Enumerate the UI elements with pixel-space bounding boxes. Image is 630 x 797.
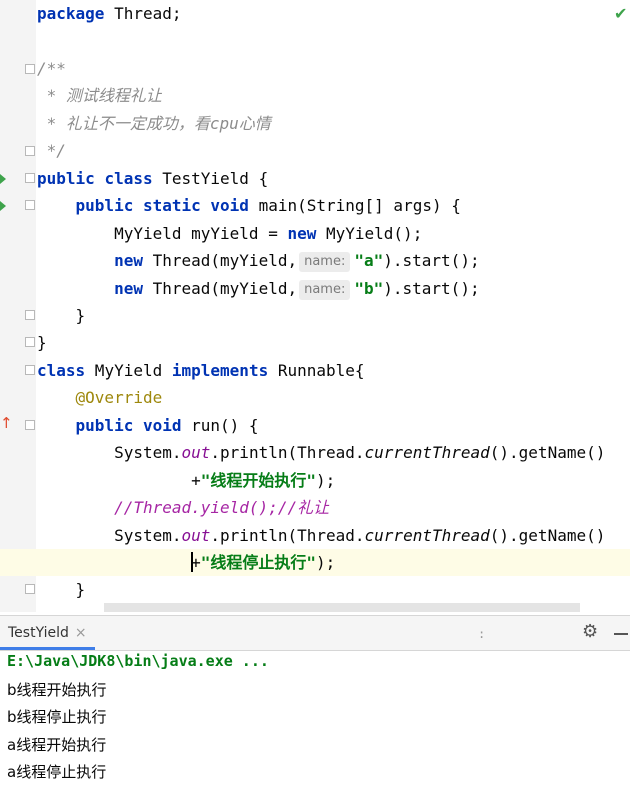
editor-gutter	[0, 0, 36, 612]
fold-marker-icon[interactable]	[25, 64, 35, 74]
code-line: */	[37, 141, 66, 160]
code-line: System.out.println(Thread.currentThread(…	[114, 526, 606, 545]
code-line: new Thread(myYield, name: "a").start();	[114, 251, 480, 272]
code-line: public static void main(String[] args) {	[75, 196, 461, 215]
code-line: }	[37, 333, 47, 352]
code-line: package Thread;	[37, 4, 182, 23]
code-line: new Thread(myYield, name: "b").start();	[114, 279, 480, 300]
console-output-line: a线程开始执行	[7, 736, 107, 754]
fold-marker-icon[interactable]	[25, 365, 35, 375]
fold-marker-icon[interactable]	[25, 337, 35, 347]
implements-method-icon[interactable]: ↑	[0, 414, 13, 432]
code-line: +"线程开始执行");	[191, 471, 336, 490]
fold-marker-icon[interactable]	[25, 310, 35, 320]
parameter-hint: name:	[299, 280, 351, 300]
fold-marker-icon[interactable]	[25, 173, 35, 183]
console-command-line: E:\Java\JDK8\bin\java.exe ...	[7, 652, 269, 670]
code-line: }	[37, 306, 86, 325]
code-editor[interactable]: ✔ ↑ package Thread; /** * 测试线程礼让 * 礼让不一定…	[0, 0, 630, 612]
fold-marker-icon[interactable]	[25, 200, 35, 210]
inspection-ok-icon[interactable]: ✔	[614, 4, 627, 23]
code-line: * 测试线程礼让	[37, 86, 162, 105]
console-output-line: a线程停止执行	[7, 763, 107, 781]
code-line: +"线程停止执行");	[191, 552, 336, 572]
console-output-line: b线程开始执行	[7, 681, 107, 699]
code-line: }	[37, 580, 86, 599]
console-output-line: b线程停止执行	[7, 708, 107, 726]
drag-handle-icon[interactable]: :	[478, 627, 485, 641]
code-line: * 礼让不一定成功，看cpu心情	[37, 114, 271, 133]
minimize-icon[interactable]	[614, 633, 628, 635]
console-tab-bar: TestYield × : ⚙	[0, 615, 630, 651]
fold-marker-icon[interactable]	[25, 584, 35, 594]
fold-marker-icon[interactable]	[25, 146, 35, 156]
code-line: System.out.println(Thread.currentThread(…	[114, 443, 606, 462]
run-main-icon[interactable]	[0, 201, 6, 211]
gear-icon[interactable]: ⚙	[582, 621, 598, 642]
run-console: TestYield × : ⚙ E:\Java\JDK8\bin\java.exe…	[0, 615, 630, 797]
code-line: public class TestYield {	[37, 169, 269, 188]
tab-label: TestYield	[8, 625, 69, 641]
fold-marker-icon[interactable]	[25, 420, 35, 430]
code-line: /**	[37, 59, 66, 78]
code-line: //Thread.yield();//礼让	[114, 498, 330, 517]
parameter-hint: name:	[299, 252, 351, 272]
code-line: MyYield myYield = new MyYield();	[114, 224, 423, 243]
tab-testyield[interactable]: TestYield ×	[0, 616, 95, 650]
code-line: public void run() {	[75, 416, 259, 435]
horizontal-scrollbar[interactable]	[104, 603, 580, 612]
code-line: @Override	[75, 388, 163, 407]
run-class-icon[interactable]	[0, 174, 6, 184]
close-icon[interactable]: ×	[75, 625, 87, 641]
code-line: class MyYield implements Runnable{	[37, 361, 365, 380]
